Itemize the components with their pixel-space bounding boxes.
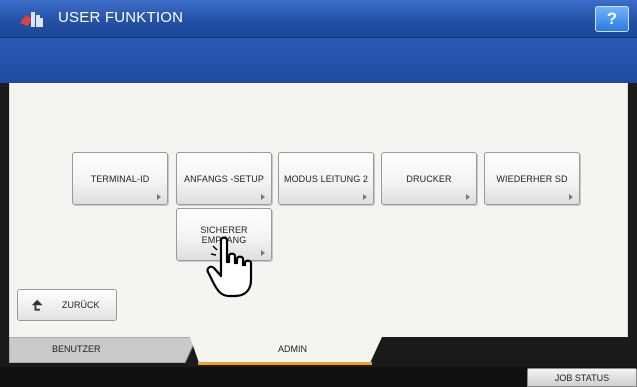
help-button[interactable]: ?: [595, 6, 629, 32]
chevron-right-icon: [569, 194, 573, 200]
back-button-label: ZURÜCK: [62, 300, 100, 310]
button-label: MODUS LEITUNG 2: [283, 173, 368, 184]
terminal-id-button[interactable]: TERMINAL-ID: [72, 152, 168, 205]
page-title: USER FUNKTION: [58, 9, 184, 26]
job-status-button[interactable]: JOB STATUS: [527, 368, 637, 387]
chevron-right-icon: [363, 194, 367, 200]
modus-leitung-2-button[interactable]: MODUS LEITUNG 2: [278, 152, 374, 205]
button-label: WIEDERHER SD: [496, 173, 568, 184]
anfangs-setup-button[interactable]: ANFANGS -SETUP: [176, 152, 272, 205]
printer-app-icon: [20, 12, 43, 27]
button-label: DRUCKER: [406, 173, 452, 184]
button-label: ANFANGS -SETUP: [184, 173, 264, 184]
tab-admin-label: ADMIN: [278, 344, 307, 354]
drucker-button[interactable]: DRUCKER: [381, 152, 477, 205]
hand-pointer-icon: [206, 236, 253, 298]
button-label: TERMINAL-ID: [90, 173, 150, 184]
sub-header-bar: [0, 38, 637, 83]
chevron-right-icon: [466, 194, 470, 200]
back-button[interactable]: ZURÜCK: [17, 289, 117, 321]
wiederher-sd-button[interactable]: WIEDERHER SD: [484, 152, 580, 205]
arrow-up-icon: [31, 299, 43, 311]
chevron-right-icon: [157, 194, 161, 200]
chevron-right-icon: [261, 194, 265, 200]
tab-benutzer[interactable]: [9, 337, 199, 363]
title-bar: USER FUNKTION ?: [0, 0, 637, 38]
chevron-right-icon: [261, 250, 265, 256]
tab-benutzer-label: BENUTZER: [52, 344, 101, 354]
